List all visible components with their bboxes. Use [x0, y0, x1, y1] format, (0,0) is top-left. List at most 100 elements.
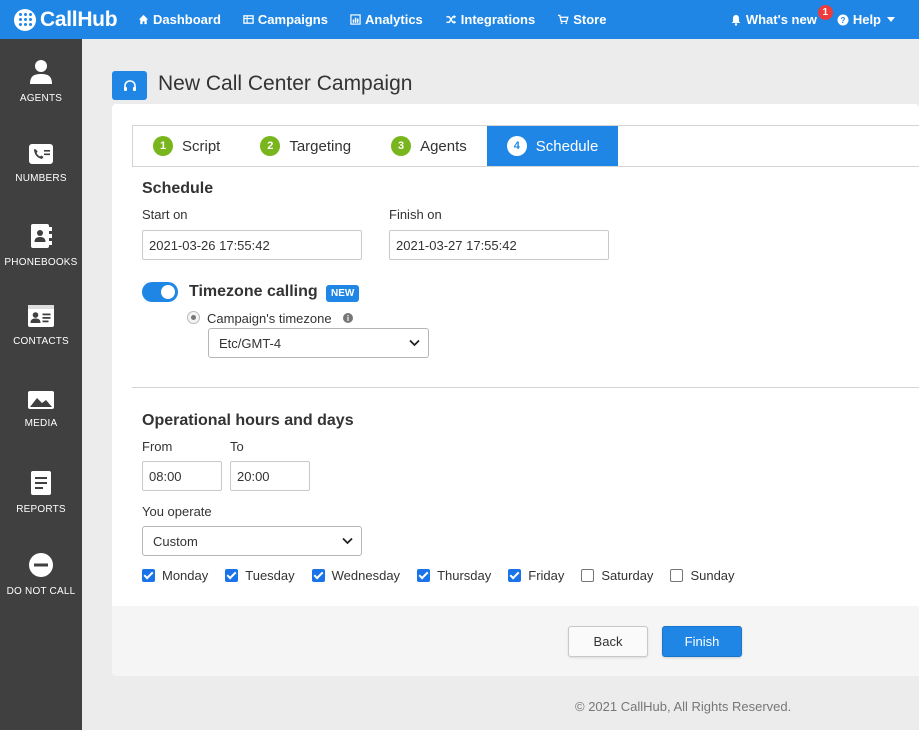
chevron-down-icon — [887, 17, 895, 22]
day-label: Monday — [162, 568, 209, 583]
schedule-heading: Schedule — [142, 180, 214, 197]
sidebar-item-do-not-call[interactable]: DO NOT CALL — [0, 552, 82, 597]
day-sunday[interactable]: Sunday — [670, 568, 735, 583]
help-icon: ? — [837, 14, 849, 25]
step-label: Schedule — [535, 137, 599, 155]
headset-icon — [123, 79, 136, 91]
chevron-down-icon — [409, 339, 420, 347]
nav-dashboard-label: Dashboard — [153, 12, 221, 27]
whats-new-label: What's new — [745, 12, 817, 27]
nav-dashboard[interactable]: Dashboard — [138, 12, 221, 27]
sidebar: AGENTS NUMBERS PHONEBOOKS CONTACTS MEDIA… — [0, 39, 82, 730]
nav-campaigns-label: Campaigns — [257, 12, 328, 27]
analytics-icon — [350, 14, 361, 25]
finish-on-input[interactable] — [389, 230, 609, 260]
you-operate-label: You operate — [142, 504, 212, 519]
main-nav: Dashboard Campaigns Analytics Integratio… — [138, 0, 628, 39]
day-tuesday[interactable]: Tuesday — [225, 568, 295, 583]
form-actions: Back Finish — [112, 606, 919, 676]
sidebar-item-numbers[interactable]: NUMBERS — [0, 143, 82, 184]
sidebar-item-label: REPORTS — [16, 504, 66, 515]
nav-right: What's new 1 ? Help — [730, 0, 919, 39]
to-label: To — [230, 439, 244, 454]
nav-analytics-label: Analytics — [364, 12, 423, 27]
step-label: Targeting — [289, 137, 352, 155]
info-icon[interactable]: i — [343, 313, 353, 323]
timezone-calling-label: Timezone calling — [189, 283, 318, 300]
checkbox-checked[interactable] — [142, 569, 155, 582]
wizard-steps: 1 Script 2 Targeting 3 Agents 4 Schedule — [132, 125, 919, 167]
svg-text:?: ? — [840, 16, 845, 25]
from-time-input[interactable] — [142, 461, 222, 491]
sidebar-item-reports[interactable]: REPORTS — [0, 470, 82, 515]
start-on-label: Start on — [142, 207, 188, 222]
nav-analytics[interactable]: Analytics — [350, 12, 423, 27]
day-saturday[interactable]: Saturday — [581, 568, 653, 583]
tab-targeting[interactable]: 2 Targeting — [240, 126, 371, 166]
step-number: 4 — [506, 136, 527, 156]
day-thursday[interactable]: Thursday — [417, 568, 491, 583]
start-on-input[interactable] — [142, 230, 362, 260]
help-label: Help — [852, 12, 881, 27]
checkbox-checked[interactable] — [225, 569, 239, 582]
day-wednesday[interactable]: Wednesday — [311, 568, 401, 583]
day-monday[interactable]: Monday — [142, 568, 208, 583]
chevron-down-icon — [342, 537, 353, 545]
nav-campaigns[interactable]: Campaigns — [243, 12, 328, 27]
day-label: Tuesday — [245, 568, 295, 583]
from-label: From — [142, 439, 173, 454]
day-label: Thursday — [437, 568, 492, 583]
operate-select[interactable]: Custom — [142, 526, 362, 556]
nav-integrations[interactable]: Integrations — [445, 12, 535, 27]
nav-store[interactable]: Store — [557, 12, 606, 27]
checkbox-checked[interactable] — [417, 569, 431, 582]
phone-card-icon — [29, 144, 53, 164]
day-label: Wednesday — [331, 568, 401, 583]
timezone-calling-toggle[interactable] — [142, 282, 178, 302]
sidebar-item-label: PHONEBOOKS — [4, 257, 78, 268]
day-label: Friday — [528, 568, 565, 583]
sidebar-item-phonebooks[interactable]: PHONEBOOKS — [0, 223, 82, 268]
campaign-form-card: 1 Script 2 Targeting 3 Agents 4 Schedule… — [112, 104, 919, 676]
sidebar-item-agents[interactable]: AGENTS — [0, 59, 82, 104]
checkbox-checked[interactable] — [311, 569, 325, 582]
report-icon — [31, 471, 51, 495]
timezone-select[interactable]: Etc/GMT-4 — [208, 328, 429, 358]
back-button[interactable]: Back — [568, 626, 648, 657]
notification-badge: 1 — [817, 5, 833, 20]
checkbox-checked[interactable] — [508, 569, 522, 582]
sidebar-item-label: CONTACTS — [13, 336, 69, 347]
copyright-text: © 2021 CallHub, All Rights Reserved. — [575, 699, 792, 714]
finish-button[interactable]: Finish — [662, 626, 742, 657]
tab-script[interactable]: 1 Script — [133, 126, 240, 166]
section-divider — [132, 387, 919, 388]
new-badge: NEW — [326, 285, 360, 302]
help-menu[interactable]: ? Help — [837, 12, 895, 27]
callhub-logo[interactable]: CallHub — [0, 8, 138, 32]
toggle-knob — [161, 285, 175, 299]
integrations-icon — [446, 14, 456, 25]
campaign-timezone-label: Campaign's timezone — [207, 311, 332, 326]
step-number: 1 — [153, 136, 173, 156]
campaign-timezone-radio[interactable] — [187, 311, 200, 324]
day-friday[interactable]: Friday — [508, 568, 564, 583]
step-label: Script — [182, 137, 221, 155]
sidebar-item-contacts[interactable]: CONTACTS — [0, 304, 82, 347]
to-time-input[interactable] — [230, 461, 310, 491]
tab-schedule[interactable]: 4 Schedule — [486, 126, 619, 166]
top-navbar: CallHub Dashboard Campaigns Analytics In… — [0, 0, 919, 39]
days-checkbox-group: Monday Tuesday Wednesday Thursday Friday… — [142, 568, 752, 583]
sidebar-item-label: AGENTS — [19, 93, 63, 104]
sidebar-item-media[interactable]: MEDIA — [0, 390, 82, 429]
checkbox-unchecked[interactable] — [581, 569, 595, 582]
page-title: New Call Center Campaign — [158, 72, 413, 95]
day-label: Sunday — [690, 568, 735, 583]
phonebook-icon — [31, 224, 52, 248]
step-label: Agents — [420, 137, 467, 155]
checkbox-unchecked[interactable] — [670, 569, 684, 582]
tab-agents[interactable]: 3 Agents — [371, 126, 487, 166]
operational-heading: Operational hours and days — [142, 412, 354, 429]
logo-mark-icon — [14, 8, 36, 31]
whats-new-button[interactable]: What's new 1 — [730, 5, 833, 27]
dashboard-icon — [138, 14, 149, 25]
